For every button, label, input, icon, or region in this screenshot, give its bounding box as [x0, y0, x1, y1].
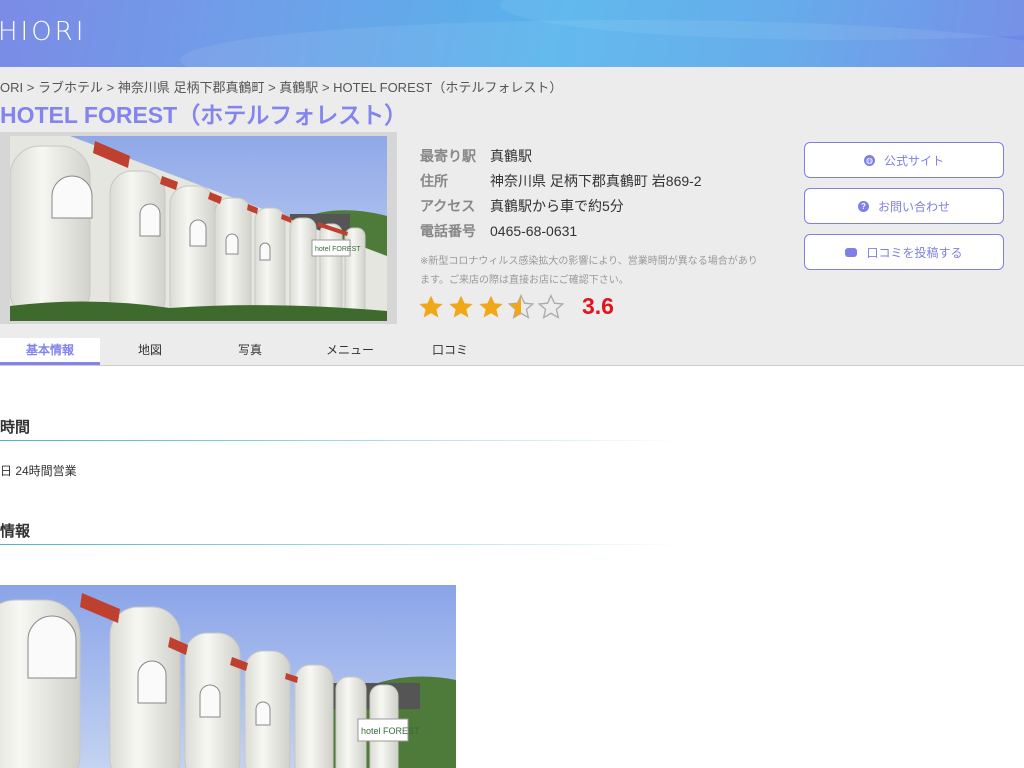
tab-map[interactable]: 地図	[100, 338, 200, 365]
phone-number[interactable]: 0465-68-0631	[490, 223, 577, 239]
breadcrumb-link-station[interactable]: 真鶴駅	[279, 80, 318, 95]
tab-menu[interactable]: メニュー	[300, 338, 400, 365]
rating-stars: 3.6	[418, 293, 614, 320]
site-header: HIORI	[0, 0, 1024, 67]
breadcrumb-link-lovehotel[interactable]: ラブホテル	[38, 80, 103, 95]
globe-icon: ◍	[863, 154, 875, 166]
photo-sign-text: hotel FOREST	[315, 246, 361, 253]
photo-sign-text: hotel FOREST	[361, 726, 420, 736]
rating-score: 3.6	[582, 293, 614, 319]
star-full-icon	[449, 295, 473, 318]
section-title-hours: 時間	[0, 419, 31, 436]
section-title-info: 情報	[0, 523, 31, 540]
breadcrumb: ORI > ラブホテル > 神奈川県 足柄下郡真鶴町 > 真鶴駅 > HOTEL…	[0, 80, 563, 95]
site-logo[interactable]: HIORI	[0, 17, 86, 47]
breadcrumb-link-area[interactable]: 神奈川県 足柄下郡真鶴町	[118, 80, 265, 95]
page-title: HOTEL FOREST（ホテルフォレスト）	[0, 102, 408, 128]
comments-icon	[845, 247, 858, 257]
covid-notice: ※新型コロナウィルス感染拡大の影響により、営業時間が異なる場合があります。ご来店…	[420, 256, 758, 286]
hotel-photo-large[interactable]: hotel FOREST	[0, 585, 456, 768]
question-icon: ?	[857, 200, 869, 212]
info-row-phone: 電話番号 0465-68-0631	[420, 223, 578, 239]
star-full-icon	[419, 295, 443, 318]
post-review-button[interactable]: 口コミを投稿する	[804, 234, 1004, 270]
info-row-access: アクセス 真鶴駅から車で約5分	[420, 198, 624, 214]
section-divider	[0, 440, 680, 441]
breadcrumb-current: HOTEL FOREST（ホテルフォレスト）	[333, 80, 563, 95]
star-full-icon	[479, 295, 503, 318]
business-hours: 日 24時間営業	[0, 464, 77, 478]
info-row-address: 住所 神奈川県 足柄下郡真鶴町 岩869-2	[420, 173, 702, 189]
section-divider	[0, 544, 680, 545]
tab-photos[interactable]: 写真	[200, 338, 300, 365]
tab-bar: 基本情報 地図 写真 メニュー 口コミ	[0, 338, 1024, 366]
official-site-button[interactable]: ◍ 公式サイト	[804, 142, 1004, 178]
contact-button[interactable]: ? お問い合わせ	[804, 188, 1004, 224]
star-half-icon	[508, 293, 534, 319]
breadcrumb-link-home[interactable]: ORI	[0, 80, 23, 95]
hotel-photo[interactable]: hotel FOREST	[10, 136, 387, 321]
info-row-station: 最寄り駅 真鶴駅	[420, 148, 532, 164]
tab-reviews[interactable]: 口コミ	[400, 338, 500, 365]
star-empty-icon	[538, 293, 564, 319]
tab-basic-info[interactable]: 基本情報	[0, 338, 100, 365]
